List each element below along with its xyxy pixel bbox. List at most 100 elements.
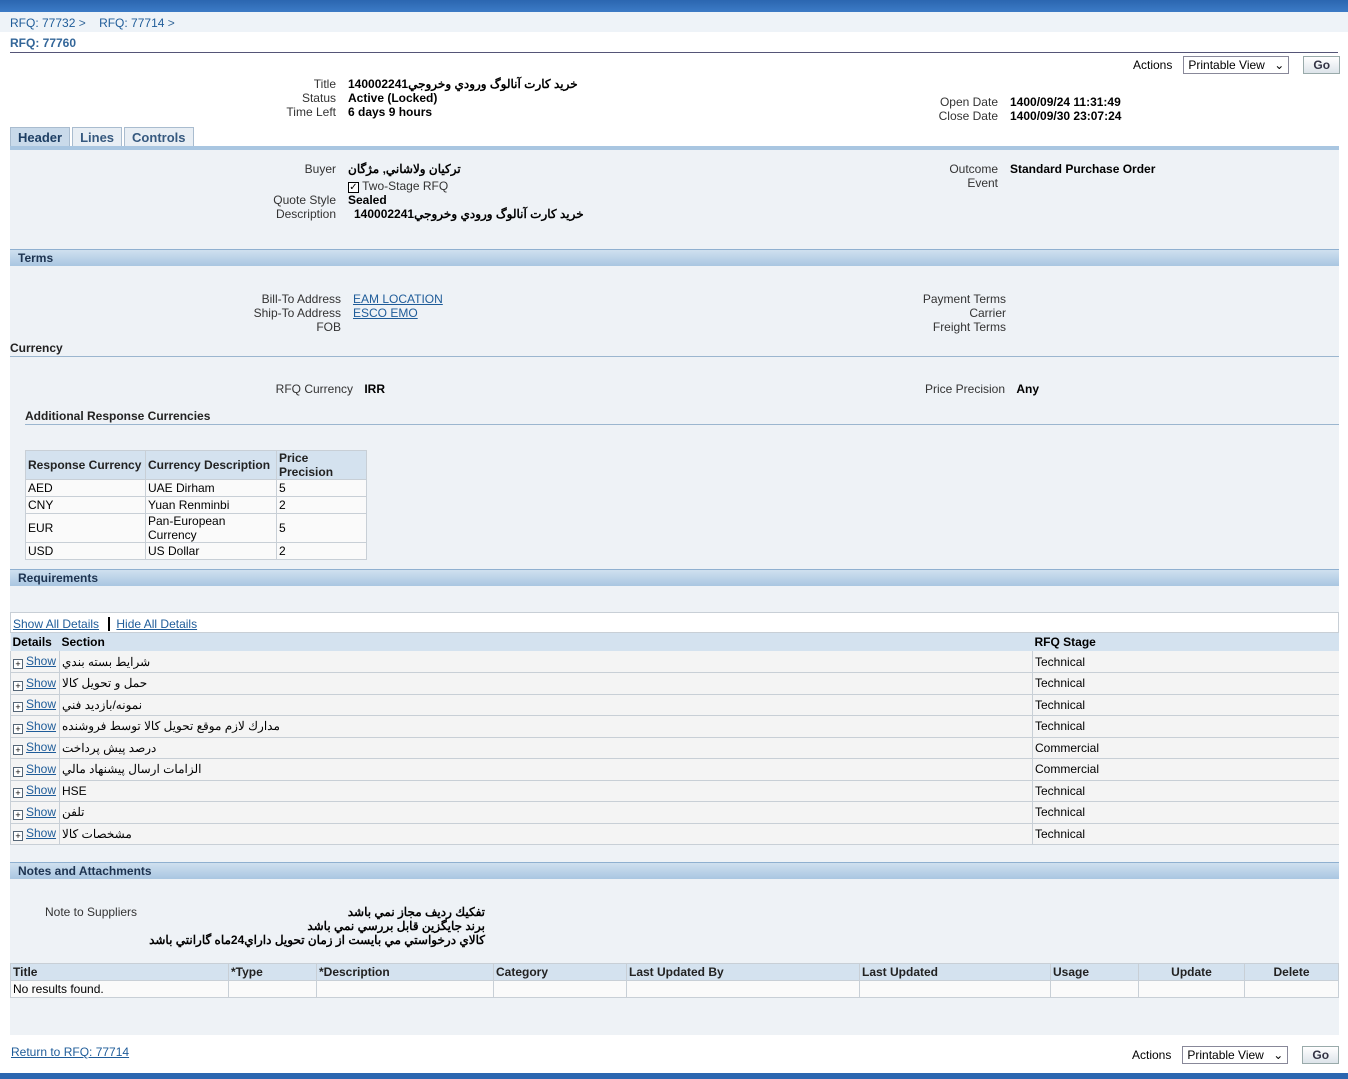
- currency-cell: Pan-European Currency: [145, 513, 277, 543]
- event-label: Event: [967, 176, 998, 190]
- rfq-stage-cell: Technical: [1032, 801, 1339, 824]
- quote-style-label: Quote Style: [273, 193, 336, 207]
- attachment-col-header: Delete: [1244, 963, 1339, 981]
- currency-cell: AED: [25, 479, 146, 497]
- section-cell: حمل و تحويل كالا: [59, 672, 1033, 695]
- notes-header: Notes and Attachments: [10, 862, 1339, 879]
- rfq-stage-cell: Technical: [1032, 651, 1339, 673]
- actions-label: Actions: [1133, 58, 1173, 72]
- show-details-link[interactable]: Show: [26, 719, 56, 733]
- col-section: Section: [59, 633, 1033, 651]
- currency-cell: Yuan Renminbi: [145, 496, 277, 514]
- currency-cell: CNY: [25, 496, 146, 514]
- attachment-cell: [493, 980, 627, 998]
- requirement-row: + Show الزامات ارسال پيشنهاد مالي Commercia…: [10, 758, 1339, 781]
- status-value: Active (Locked): [348, 91, 438, 105]
- no-results-text: No results found.: [10, 980, 229, 998]
- return-to-rfq-link[interactable]: Return to RFQ: 77714: [11, 1045, 129, 1059]
- section-cell: HSE: [59, 780, 1033, 802]
- details-cell: + Show: [10, 758, 60, 781]
- currency-cell: US Dollar: [145, 542, 277, 560]
- actions-select[interactable]: Printable View ⌄: [1183, 56, 1290, 74]
- go-button[interactable]: Go: [1303, 56, 1341, 74]
- tab-bar: Header Lines Controls: [10, 127, 194, 147]
- time-left-label: Time Left: [286, 105, 336, 119]
- show-all-details-link[interactable]: Show All Details: [13, 617, 99, 631]
- fob-label: FOB: [316, 320, 341, 334]
- expand-plus-icon[interactable]: +: [13, 702, 23, 713]
- currency-cell: 2: [276, 542, 367, 560]
- attachment-col-header: Title: [10, 963, 229, 981]
- open-date-label: Open Date: [939, 95, 998, 109]
- actions-select-bottom[interactable]: Printable View ⌄: [1182, 1046, 1289, 1064]
- tab-lines[interactable]: Lines: [72, 127, 123, 147]
- rfq-stage-cell: Technical: [1032, 672, 1339, 695]
- show-details-link[interactable]: Show: [26, 740, 56, 754]
- rfq-currency-label: RFQ Currency: [275, 382, 353, 396]
- outcome-value: Standard Purchase Order: [1010, 162, 1156, 176]
- col-details: Details: [10, 633, 60, 651]
- attachment-col-header: *Type: [228, 963, 317, 981]
- attachment-cell: [1244, 980, 1339, 998]
- requirement-row: + Show مشخصات كالا Technical: [10, 823, 1339, 845]
- currency-table: Response Currency Currency Description Pri…: [25, 450, 367, 560]
- two-stage-rfq: Two-Stage RFQ: [362, 179, 449, 193]
- show-details-link[interactable]: Show: [26, 826, 56, 840]
- show-details-link[interactable]: Show: [26, 783, 56, 797]
- tab-header[interactable]: Header: [10, 127, 71, 147]
- rfq-stage-cell: Commercial: [1032, 758, 1339, 781]
- details-cell: + Show: [10, 694, 60, 716]
- terms-fields: Bill-To Address EAM LOCATION Ship-To Addr…: [240, 292, 443, 334]
- details-cell: + Show: [10, 715, 60, 738]
- expand-plus-icon[interactable]: +: [13, 809, 23, 820]
- footer-bar: [0, 1073, 1348, 1079]
- breadcrumb-rfq-77732[interactable]: RFQ: 77732: [10, 16, 75, 30]
- price-precision: Price Precision Any: [880, 382, 1039, 396]
- expand-plus-icon[interactable]: +: [13, 745, 23, 756]
- show-details-link[interactable]: Show: [26, 805, 56, 819]
- rfq-stage-cell: Technical: [1032, 780, 1339, 802]
- details-cell: + Show: [10, 672, 60, 695]
- show-details-link[interactable]: Show: [26, 654, 56, 668]
- show-details-link[interactable]: Show: [26, 762, 56, 776]
- tab-controls[interactable]: Controls: [124, 127, 194, 147]
- open-date-value: 1400/09/24 11:31:49: [1010, 95, 1121, 109]
- table-row: EUR Pan-European Currency 5: [25, 513, 367, 543]
- details-cell: + Show: [10, 780, 60, 802]
- expand-plus-icon[interactable]: +: [13, 788, 23, 799]
- details-cell: + Show: [10, 651, 60, 673]
- ship-to-label: Ship-To Address: [253, 306, 341, 320]
- requirement-row: + Show مدارك لازم موقع تحويل كالا توسط فرو…: [10, 715, 1339, 738]
- rfq-stage-cell: Technical: [1032, 823, 1339, 845]
- buyer-label: Buyer: [304, 162, 336, 176]
- section-cell: الزامات ارسال پيشنهاد مالي: [59, 758, 1033, 781]
- show-details-link[interactable]: Show: [26, 697, 56, 711]
- note-to-suppliers: Note to Suppliers تفكيك رديف مجاز نمي با…: [45, 905, 485, 947]
- actions-bar-bottom: Actions Printable View ⌄ Go: [1132, 1046, 1340, 1064]
- hide-all-details-link[interactable]: Hide All Details: [116, 617, 197, 631]
- table-row: CNY Yuan Renminbi 2: [25, 496, 367, 514]
- ship-to-link[interactable]: ESCO EMO: [353, 306, 418, 320]
- expand-plus-icon[interactable]: +: [13, 766, 23, 777]
- expand-plus-icon[interactable]: +: [13, 680, 23, 691]
- rfq-currency-value: IRR: [364, 382, 386, 396]
- expand-plus-icon[interactable]: +: [13, 659, 23, 669]
- show-details-link[interactable]: Show: [26, 676, 56, 690]
- go-button-bottom[interactable]: Go: [1302, 1046, 1340, 1064]
- attachment-cell: [1138, 980, 1245, 998]
- terms-right: Payment Terms Carrier Freight Terms: [880, 292, 1006, 334]
- expand-plus-icon[interactable]: +: [13, 831, 23, 842]
- bill-to-link[interactable]: EAM LOCATION: [353, 292, 443, 306]
- currency-cell: 5: [276, 513, 367, 543]
- currency-cell: EUR: [25, 513, 146, 543]
- title-value: خريد كارت آنالوگ ورودي وخروجي140002241: [348, 77, 578, 91]
- table-row: AED UAE Dirham 5: [25, 479, 367, 497]
- note-line: تفكيك رديف مجاز نمي باشد: [347, 905, 485, 919]
- table-row: USD US Dollar 2: [25, 542, 367, 560]
- section-cell: تلفن: [59, 801, 1033, 824]
- expand-plus-icon[interactable]: +: [13, 723, 23, 734]
- breadcrumb-rfq-77714[interactable]: RFQ: 77714: [99, 16, 164, 30]
- section-cell: نمونه/بازديد فني: [59, 694, 1033, 716]
- actions-bar-top: Actions Printable View ⌄ Go: [1133, 56, 1341, 74]
- carrier-label: Carrier: [969, 306, 1006, 320]
